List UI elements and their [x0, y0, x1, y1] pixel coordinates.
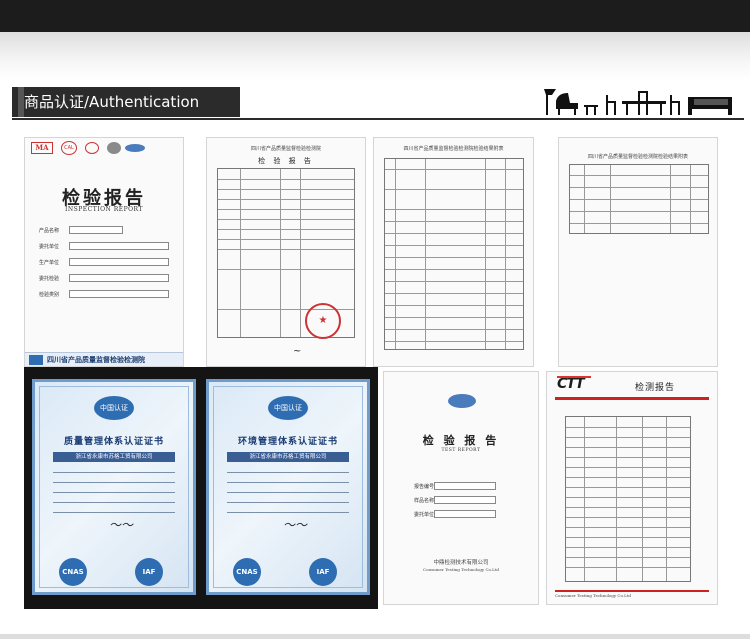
- grey-gradient-band: [0, 32, 750, 80]
- form-row: 产品名称: [39, 226, 123, 234]
- red-divider: [555, 590, 709, 592]
- form-row: 报告编号: [414, 482, 496, 490]
- red-divider: [555, 397, 709, 400]
- test-report-4-org: 中鼎检测技术有限公司: [433, 560, 489, 566]
- iaf-badge: IAF: [135, 558, 163, 586]
- section-header: 商品认证/Authentication: [8, 87, 744, 121]
- iaf-badge: IAF: [309, 558, 337, 586]
- environmental-management-cert: 中国认证 环境管理体系认证证书 浙江省永康市苏格工贸有限公司 ～～ CNAS I…: [206, 379, 370, 595]
- ctt-report-footer: Consumer Testing Technology Co.Ltd: [555, 593, 631, 598]
- results-table: [569, 164, 709, 234]
- top-dark-band: [0, 0, 750, 32]
- cert-seal-icon: [85, 142, 99, 154]
- test-report-4-org-en: Consumer Testing Technology Co.Ltd: [423, 567, 499, 572]
- quality-management-cert: 中国认证 质量管理体系认证证书 浙江省永康市苏格工贸有限公司 ～～ CNAS I…: [32, 379, 196, 595]
- signature: ～～: [283, 518, 308, 532]
- ctt-results-table: [565, 416, 691, 582]
- cnas-badge: CNAS: [59, 558, 87, 586]
- emblem-icon: [107, 142, 121, 154]
- ctt-report: CTT 检测报告 Consumer Testing Technology Co.…: [546, 371, 718, 605]
- form-row: 委托单位: [39, 242, 169, 250]
- test-report-1: 四川省产品质量监督检验检测院 检 验 报 告 ★ ~: [206, 137, 366, 367]
- test-report-4-title: 检 验 报 告: [422, 434, 500, 447]
- test-report-3-header: 四川省产品质量监督检验检测院检验结果附表: [587, 154, 688, 160]
- form-row: 委托单位: [414, 510, 496, 518]
- test-report-1-title: 检 验 报 告: [258, 157, 314, 165]
- quality-cert-heading: 质量管理体系认证证书: [63, 437, 164, 447]
- signature: ~: [293, 346, 302, 357]
- bottom-divider: [0, 634, 750, 639]
- report-footer-text: 四川省产品质量监督检验检测院: [47, 355, 145, 364]
- cal-mark: CAL: [61, 141, 77, 155]
- form-row: 委托检验: [39, 274, 169, 282]
- section-title: 商品认证/Authentication: [24, 93, 200, 111]
- test-report-2: 四川省产品质量监督检验检测院检验结果附表: [373, 137, 534, 367]
- test-report-4: 检 验 报 告 TEST REPORT 报告编号 样品名称 委托单位 中鼎检测技…: [383, 371, 539, 605]
- header-rule: [12, 118, 744, 120]
- cnas-badge: CNAS: [233, 558, 261, 586]
- form-row: 检验类别: [39, 290, 169, 298]
- test-report-3: 四川省产品质量监督检验检测院检验结果附表: [558, 137, 718, 367]
- cqc-logo: 中国认证: [268, 396, 308, 420]
- cqc-logo: 中国认证: [94, 396, 134, 420]
- test-report-1-header: 四川省产品质量监督检验检测院: [250, 146, 321, 152]
- ctt-logo: CTT: [557, 376, 585, 392]
- report-footer-bar: 四川省产品质量监督检验检测院: [25, 352, 183, 366]
- report-title-en: INSPECTION REPORT: [65, 206, 143, 213]
- test-report-2-header: 四川省产品质量监督检验检测院检验结果附表: [403, 146, 504, 152]
- institute-logo-icon: [29, 355, 43, 365]
- env-cert-company: 浙江省永康市苏格工贸有限公司: [227, 452, 349, 462]
- ma-mark: MA: [31, 142, 53, 154]
- certificates-frame: 中国认证 质量管理体系认证证书 浙江省永康市苏格工贸有限公司 ～～ CNAS I…: [24, 367, 378, 609]
- ctt-report-title: 检测报告: [635, 383, 676, 393]
- red-stamp-icon: ★: [305, 303, 341, 339]
- env-cert-heading: 环境管理体系认证证书: [237, 437, 338, 447]
- cnas-logo-icon: [448, 394, 476, 408]
- form-row: 样品名称: [414, 496, 496, 504]
- quality-cert-company: 浙江省永康市苏格工贸有限公司: [53, 452, 175, 462]
- cnas-logo-icon: [125, 144, 145, 152]
- furniture-silhouette-icon: [544, 89, 732, 115]
- form-row: 生产单位: [39, 258, 169, 266]
- signature: ～～: [109, 518, 134, 532]
- test-report-4-subtitle: TEST REPORT: [441, 448, 481, 453]
- ctt-logo-bar: [557, 376, 591, 378]
- inspection-report-cert: MA CAL 检验报告 INSPECTION REPORT 产品名称 委托单位 …: [24, 137, 184, 367]
- results-table: [384, 158, 524, 350]
